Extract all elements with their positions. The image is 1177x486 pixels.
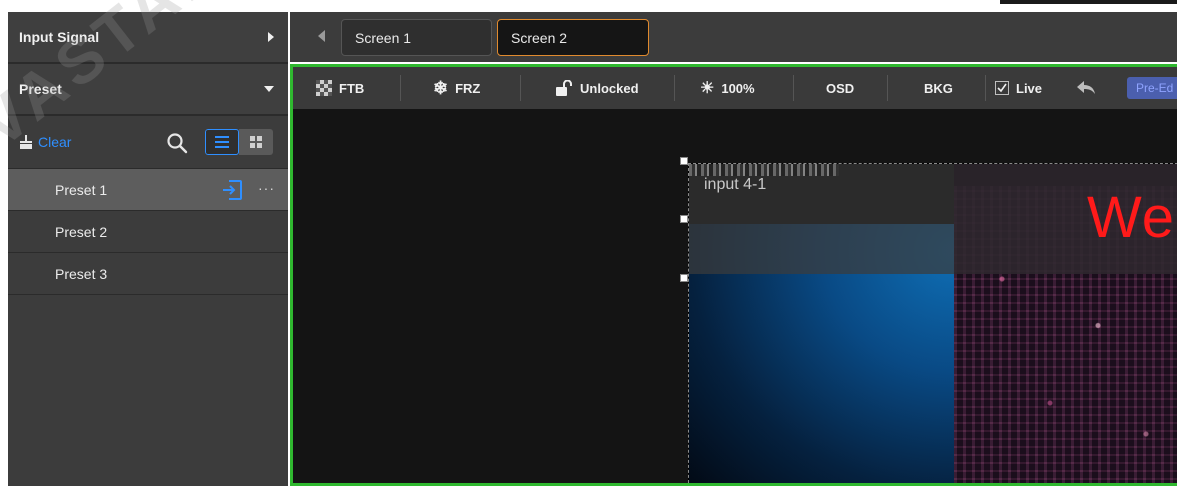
- lock-label: Unlocked: [580, 80, 639, 96]
- toolbar-divider: [793, 75, 794, 101]
- load-preset-icon[interactable]: [220, 178, 244, 202]
- screen-editor: FTB ❄ FRZ Unlocked ☀ 100% OSD BKG Live P…: [290, 64, 1177, 486]
- toolbar-divider: [400, 75, 401, 101]
- bkg-label: BKG: [924, 80, 953, 96]
- clear-button[interactable]: Clear: [18, 134, 71, 150]
- editor-toolbar: FTB ❄ FRZ Unlocked ☀ 100% OSD BKG Live P…: [293, 67, 1177, 109]
- lock-button[interactable]: Unlocked: [555, 67, 639, 109]
- toolbar-divider: [985, 75, 986, 101]
- screen-canvas[interactable]: input 4-1 We: [293, 109, 1177, 483]
- frz-label: FRZ: [455, 80, 481, 96]
- more-options-icon[interactable]: ···: [258, 180, 275, 196]
- preset-item-label: Preset 2: [55, 223, 108, 240]
- list-view-button[interactable]: [205, 129, 239, 155]
- toolbar-divider: [520, 75, 521, 101]
- snowflake-icon: ❄: [433, 77, 449, 98]
- brightness-icon: ☀: [700, 80, 715, 97]
- layer-noise-strip: [689, 164, 839, 176]
- expand-right-icon: [268, 32, 274, 42]
- input-layer[interactable]: input 4-1 We: [688, 163, 1177, 483]
- preset-label: Preset: [19, 81, 62, 97]
- top-strip-block: [1000, 0, 1177, 4]
- preset-header[interactable]: Preset: [8, 64, 288, 114]
- input-signal-label: Input Signal: [19, 29, 100, 45]
- osd-button[interactable]: OSD: [826, 67, 854, 109]
- brightness-button[interactable]: ☀ 100%: [700, 67, 755, 109]
- list-icon: [215, 136, 229, 148]
- input-signal-header[interactable]: Input Signal: [8, 12, 288, 62]
- preset-item-label: Preset 1: [55, 181, 108, 198]
- top-strip: [0, 0, 1177, 4]
- resize-handle-top-left[interactable]: [680, 157, 688, 165]
- live-checkbox[interactable]: [995, 81, 1009, 95]
- grid-icon: [250, 136, 262, 148]
- resize-handle-left-middle[interactable]: [680, 274, 688, 282]
- frz-button[interactable]: ❄ FRZ: [433, 67, 480, 109]
- tab-screen-1[interactable]: Screen 1: [341, 19, 492, 56]
- resize-handle-left-upper[interactable]: [680, 215, 688, 223]
- layer-text: We: [1087, 185, 1175, 250]
- toolbar-divider: [887, 75, 888, 101]
- preset-item-2[interactable]: Preset 2: [8, 211, 288, 253]
- layer-title: input 4-1: [704, 176, 767, 193]
- pre-edit-label: Pre-Ed: [1136, 81, 1174, 95]
- scroll-left-icon[interactable]: [318, 30, 325, 42]
- unlock-icon: [556, 80, 572, 96]
- toolbar-divider: [674, 75, 675, 101]
- checkmark-icon: [997, 83, 1007, 93]
- live-toggle[interactable]: Live: [995, 67, 1042, 109]
- osd-label: OSD: [826, 80, 855, 96]
- view-toggle: [205, 129, 273, 155]
- preset-item-label: Preset 3: [55, 265, 108, 282]
- live-label: Live: [1016, 80, 1043, 96]
- brightness-label: 100%: [721, 80, 755, 96]
- ftb-label: FTB: [339, 80, 365, 96]
- collapse-down-icon: [264, 86, 274, 92]
- screen-tab-bar: Screen 1 Screen 2: [290, 12, 1177, 62]
- broom-icon: [20, 135, 32, 149]
- left-panel: Input Signal Preset Clear Preset 1 ··· P…: [8, 12, 288, 486]
- tab-label: Screen 1: [355, 29, 412, 46]
- grid-view-button[interactable]: [239, 129, 273, 155]
- preset-toolbar: Clear: [8, 116, 288, 168]
- search-icon[interactable]: [166, 132, 188, 154]
- preset-item-1[interactable]: Preset 1 ···: [8, 169, 288, 211]
- undo-icon[interactable]: [1076, 80, 1096, 96]
- bkg-button[interactable]: BKG: [924, 67, 953, 109]
- pre-edit-button[interactable]: Pre-Ed: [1127, 77, 1177, 99]
- checker-icon: [316, 80, 332, 96]
- preset-item-3[interactable]: Preset 3: [8, 253, 288, 295]
- ftb-button[interactable]: FTB: [316, 67, 364, 109]
- tab-label: Screen 2: [511, 29, 568, 46]
- preset-list: Preset 1 ··· Preset 2 Preset 3: [8, 168, 288, 295]
- tab-screen-2[interactable]: Screen 2: [497, 19, 649, 56]
- clear-label: Clear: [38, 134, 72, 150]
